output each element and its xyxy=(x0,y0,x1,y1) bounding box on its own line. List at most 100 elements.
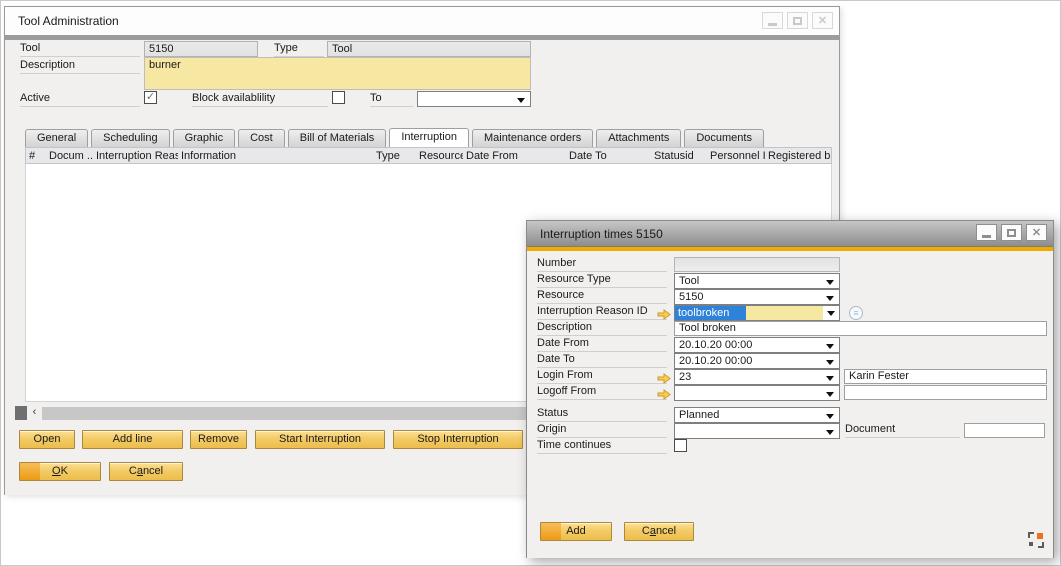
login-from-dropdown[interactable]: 23 xyxy=(674,369,840,385)
minimize-icon xyxy=(982,235,991,238)
maximize-button[interactable] xyxy=(787,12,808,29)
block-availability-checkbox[interactable] xyxy=(332,91,345,104)
interruption-times-dialog: Interruption times 5150 ✕ Number Resourc… xyxy=(526,220,1054,558)
type-label: Type xyxy=(274,42,324,57)
logoff-from-row: Logoff From xyxy=(527,385,1055,401)
description-row: Description Tool broken xyxy=(527,321,1055,337)
titlebar[interactable]: Tool Administration ✕ xyxy=(5,7,839,35)
chevron-down-icon xyxy=(826,280,834,285)
tab-graphic[interactable]: Graphic xyxy=(173,129,236,147)
tab-scheduling[interactable]: Scheduling xyxy=(91,129,169,147)
number-label: Number xyxy=(537,257,667,272)
col-date-from[interactable]: Date From xyxy=(463,150,566,162)
interruption-reason-combobox[interactable]: toolbroken xyxy=(674,305,840,321)
resize-corners-icon[interactable] xyxy=(1028,532,1044,548)
add-button[interactable]: Add xyxy=(540,522,612,541)
stop-interruption-button[interactable]: Stop Interruption xyxy=(393,430,523,449)
remove-button[interactable]: Remove xyxy=(190,430,247,449)
dialog-cancel-button[interactable]: Cancel xyxy=(624,522,694,541)
type-field[interactable]: Tool xyxy=(327,41,531,57)
col-date-to[interactable]: Date To xyxy=(566,150,651,162)
ok-button[interactable]: OK xyxy=(19,462,101,481)
link-arrow-icon[interactable] xyxy=(657,307,671,318)
tab-documents[interactable]: Documents xyxy=(684,129,764,147)
add-line-button[interactable]: Add line xyxy=(82,430,183,449)
active-checkbox[interactable]: ✓ xyxy=(144,91,157,104)
chevron-down-icon xyxy=(826,392,834,397)
chevron-down-icon xyxy=(826,344,834,349)
close-icon: ✕ xyxy=(818,16,827,26)
link-arrow-icon[interactable] xyxy=(657,387,671,398)
logoff-from-dropdown[interactable] xyxy=(674,385,840,401)
close-button[interactable]: ✕ xyxy=(812,12,833,29)
login-from-name-field[interactable]: Karin Fester xyxy=(844,369,1047,384)
cancel-button[interactable]: Cancel xyxy=(109,462,183,481)
date-to-label: Date To xyxy=(537,353,667,368)
chevron-down-icon xyxy=(826,430,834,435)
time-continues-row: Time continues xyxy=(527,439,1055,455)
description-label: Description xyxy=(537,321,667,336)
to-dropdown[interactable] xyxy=(417,91,531,107)
col-document[interactable]: Docum ... xyxy=(46,150,93,162)
document-field[interactable] xyxy=(964,423,1045,438)
close-button[interactable]: ✕ xyxy=(1026,224,1047,241)
date-from-label: Date From xyxy=(537,337,667,352)
list-icon[interactable] xyxy=(849,306,863,320)
chevron-down-icon xyxy=(826,296,834,301)
minimize-button[interactable] xyxy=(976,224,997,241)
tab-attachments[interactable]: Attachments xyxy=(596,129,681,147)
description-field[interactable]: burner xyxy=(144,57,531,90)
col-statusid[interactable]: Statusid xyxy=(651,150,707,162)
origin-label: Origin xyxy=(537,423,667,438)
resource-label: Resource xyxy=(537,289,667,304)
date-to-dropdown[interactable]: 20.10.20 00:00 xyxy=(674,353,840,369)
tab-interruption[interactable]: Interruption xyxy=(389,128,469,147)
status-dropdown[interactable]: Planned xyxy=(674,407,840,423)
number-field xyxy=(674,257,840,272)
tab-bill-of-materials[interactable]: Bill of Materials xyxy=(288,129,387,147)
minimize-icon xyxy=(768,23,777,26)
splitter-handle[interactable] xyxy=(15,406,27,420)
number-row: Number xyxy=(527,257,1055,273)
tool-field[interactable]: 5150 xyxy=(144,41,258,57)
interruption-table-header: # Docum ... Interruption Reaso Informati… xyxy=(25,147,832,164)
chevron-down-icon xyxy=(517,98,525,103)
tab-general[interactable]: General xyxy=(25,129,88,147)
tab-maintenance-orders[interactable]: Maintenance orders xyxy=(472,129,593,147)
time-continues-label: Time continues xyxy=(537,439,667,454)
interruption-reason-row: Interruption Reason ID toolbroken xyxy=(527,305,1055,321)
tab-bar: General Scheduling Graphic Cost Bill of … xyxy=(25,128,764,147)
tab-cost[interactable]: Cost xyxy=(238,129,285,147)
maximize-icon xyxy=(793,17,802,25)
logoff-from-name-field[interactable] xyxy=(844,385,1047,400)
col-number[interactable]: # xyxy=(26,150,46,162)
open-button[interactable]: Open xyxy=(19,430,75,449)
resource-row: Resource 5150 xyxy=(527,289,1055,305)
start-interruption-button[interactable]: Start Interruption xyxy=(255,430,385,449)
col-resource[interactable]: Resource xyxy=(416,150,463,162)
chevron-down-icon[interactable] xyxy=(823,306,839,320)
resource-dropdown[interactable]: 5150 xyxy=(674,289,840,305)
resource-type-dropdown[interactable]: Tool xyxy=(674,273,840,289)
link-arrow-icon[interactable] xyxy=(657,371,671,382)
description-field[interactable]: Tool broken xyxy=(674,321,1047,336)
origin-row: Origin Document xyxy=(527,423,1055,439)
to-label: To xyxy=(370,92,413,107)
scroll-left-button[interactable]: ‹ xyxy=(27,406,42,420)
time-continues-checkbox[interactable] xyxy=(674,439,687,452)
chevron-down-icon xyxy=(826,414,834,419)
combo-fill xyxy=(746,306,823,320)
dialog-body: Number Resource Type Tool Resource 5150 … xyxy=(527,251,1053,558)
col-personnel-id[interactable]: Personnel II xyxy=(707,150,765,162)
resource-type-row: Resource Type Tool xyxy=(527,273,1055,289)
col-information[interactable]: Information xyxy=(178,150,373,162)
origin-dropdown[interactable] xyxy=(674,423,840,439)
dialog-titlebar[interactable]: Interruption times 5150 ✕ xyxy=(527,221,1053,247)
maximize-button[interactable] xyxy=(1001,224,1022,241)
col-interruption-reason[interactable]: Interruption Reaso xyxy=(93,150,178,162)
col-registered-by[interactable]: Registered by xyxy=(765,150,830,162)
logoff-from-label: Logoff From xyxy=(537,385,667,400)
minimize-button[interactable] xyxy=(762,12,783,29)
date-from-dropdown[interactable]: 20.10.20 00:00 xyxy=(674,337,840,353)
col-type[interactable]: Type xyxy=(373,150,416,162)
